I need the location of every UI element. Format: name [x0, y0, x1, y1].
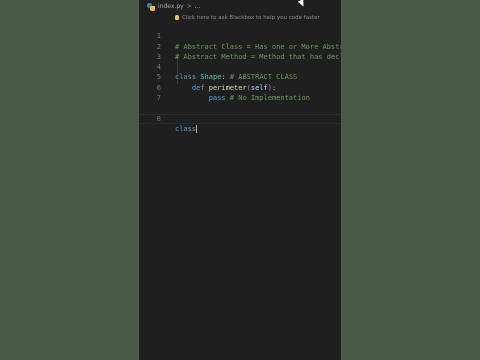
chevron-right-icon: >	[186, 3, 192, 10]
code-editor[interactable]: index.py > ... Click here to ask Blackbo…	[139, 0, 341, 360]
code-line[interactable]: 3	[139, 42, 341, 61]
code-line[interactable]: 2 # Abstract Method = Method that has de…	[139, 31, 341, 61]
code-line[interactable]: 1 # Abstract Class = Has one or More Abs…	[139, 21, 341, 50]
code-keyword: class	[175, 124, 197, 133]
screen: index.py > ... Click here to ask Blackbo…	[0, 0, 480, 360]
code-line[interactable]: 4 class Shape: # ABSTRACT CLASS	[139, 52, 341, 81]
current-line-highlight	[139, 113, 341, 124]
line-number: 8	[156, 114, 161, 123]
breadcrumb: index.py > ...	[139, 0, 341, 13]
code-line[interactable]: 7	[139, 83, 341, 102]
code-line[interactable]: 5 def perimeter(self):	[139, 62, 341, 91]
blackbox-hint-text[interactable]: Click here to ask Blackbox to help you c…	[182, 15, 320, 21]
code-area[interactable]: 1 # Abstract Class = Has one or More Abs…	[139, 21, 341, 133]
code-line-current[interactable]: 8 class	[139, 93, 341, 133]
breadcrumb-ellipsis[interactable]: ...	[195, 3, 201, 10]
code-line[interactable]: 6 pass # No Implementation	[139, 72, 341, 102]
breadcrumb-file[interactable]: index.py	[158, 3, 184, 10]
python-file-icon	[147, 2, 155, 11]
lightbulb-icon	[175, 15, 179, 20]
text-cursor	[196, 124, 198, 133]
